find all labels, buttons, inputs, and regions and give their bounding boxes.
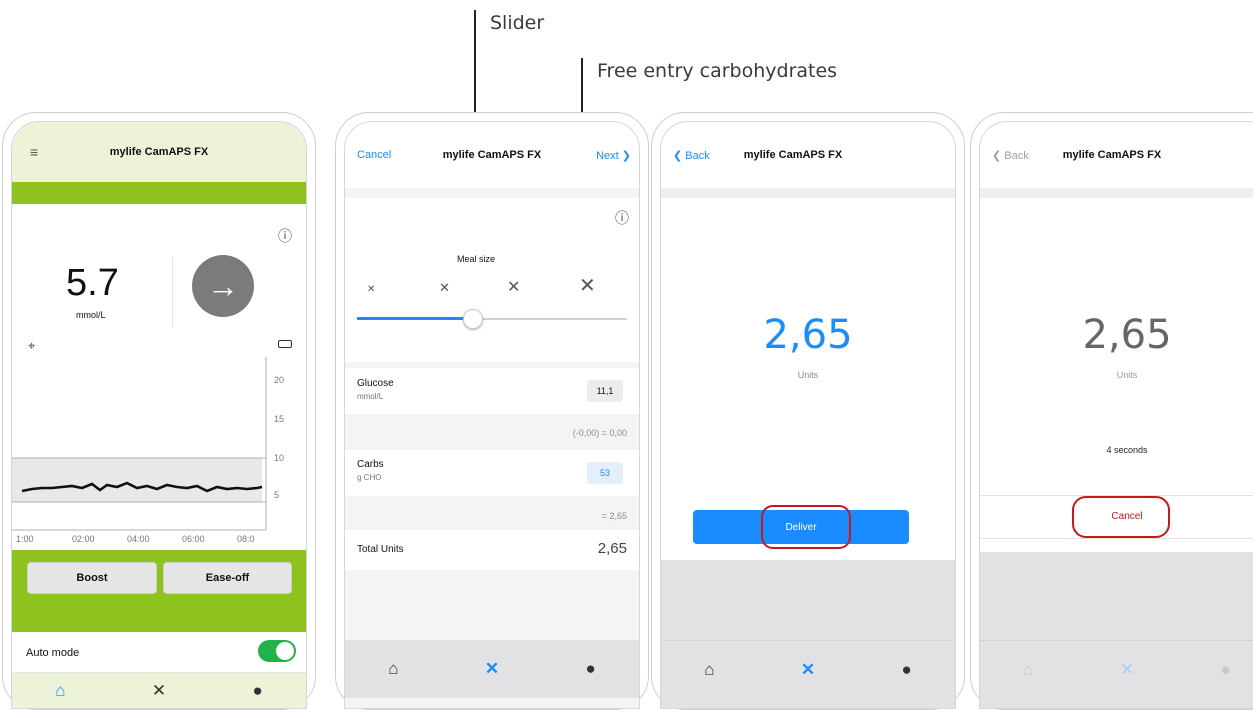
slider-fill bbox=[357, 317, 472, 320]
app-title: mylife CamAPS FX bbox=[1062, 149, 1162, 161]
phone-home: ≡ mylife CamAPS FX ⓘ 5.7 mmol/L → ⌖ 20 1… bbox=[2, 112, 316, 710]
carbs-row-label: Carbs bbox=[357, 459, 384, 470]
glucose-row-label: Glucose bbox=[357, 378, 394, 389]
total-value: 2,65 bbox=[597, 540, 627, 557]
countdown-header: ❮ Back mylife CamAPS FX bbox=[980, 122, 1253, 188]
next-link[interactable]: Next ❯ bbox=[596, 149, 631, 162]
drop-tab-icon: ● bbox=[1220, 659, 1231, 679]
glucose-row: Glucose mmol/L 11,1 bbox=[345, 368, 639, 414]
back-label: Back bbox=[685, 149, 710, 162]
countdown-text: 4 seconds bbox=[1106, 445, 1148, 455]
units-value: 2,65 bbox=[1082, 312, 1172, 358]
meal-size-label: Meal size bbox=[457, 254, 496, 264]
meal-tab-icon[interactable]: ✕ bbox=[801, 660, 815, 680]
units-label: Units bbox=[797, 370, 819, 380]
meal-tab-icon[interactable]: ✕ bbox=[152, 681, 166, 701]
meal-size-medium-icon: ✕ bbox=[439, 280, 450, 295]
back-link[interactable]: ❮ Back bbox=[673, 149, 710, 162]
ease-off-button[interactable]: Ease-off bbox=[163, 562, 292, 594]
next-label: Next bbox=[596, 149, 619, 162]
cancel-highlight-ring bbox=[1072, 496, 1170, 538]
bolus-tabbar: ⌂ ✕ ● bbox=[345, 640, 639, 698]
slider-callout-label: Slider bbox=[490, 12, 545, 34]
deliver-highlight-ring bbox=[761, 505, 851, 549]
total-row: Total Units 2,65 bbox=[345, 530, 639, 570]
auto-mode-label: Auto mode bbox=[26, 647, 80, 659]
units-label: Units bbox=[1116, 370, 1138, 380]
drop-tab-icon[interactable]: ● bbox=[902, 660, 912, 680]
drop-tab-icon[interactable]: ● bbox=[586, 659, 596, 679]
auto-mode-toggle[interactable] bbox=[258, 640, 296, 662]
bolus-header: Cancel mylife CamAPS FX Next ❯ bbox=[345, 122, 639, 188]
free-entry-callout-label: Free entry carbohydrates bbox=[597, 60, 838, 82]
header-divider-band bbox=[661, 188, 955, 198]
carbs-calc: = 2,65 bbox=[601, 511, 627, 521]
boost-button[interactable]: Boost bbox=[27, 562, 157, 594]
x-tick-1: 1:00 bbox=[16, 534, 34, 544]
back-link[interactable]: ❮ Back bbox=[992, 149, 1029, 162]
home-screen: ≡ mylife CamAPS FX ⓘ 5.7 mmol/L → ⌖ 20 1… bbox=[11, 121, 307, 709]
info-icon[interactable]: ⓘ bbox=[615, 208, 629, 228]
y-tick-15: 15 bbox=[274, 414, 285, 424]
bolus-screen: Cancel mylife CamAPS FX Next ❯ ⓘ Meal si… bbox=[344, 121, 640, 709]
app-title: mylife CamAPS FX bbox=[743, 149, 843, 161]
meal-size-large-icon: ✕ bbox=[507, 279, 521, 296]
x-tick-2: 02:00 bbox=[72, 534, 95, 544]
header-divider-band bbox=[980, 188, 1253, 198]
home-tab-icon: ⌂ bbox=[1023, 659, 1034, 679]
app-title: mylife CamAPS FX bbox=[442, 149, 542, 161]
units-value: 2,65 bbox=[763, 312, 853, 358]
toggle-knob bbox=[276, 642, 294, 660]
x-tick-3: 04:00 bbox=[127, 534, 150, 544]
cancel-link[interactable]: Cancel bbox=[357, 149, 391, 161]
x-tick-5: 08:0 bbox=[237, 534, 255, 544]
home-tab-icon[interactable]: ⌂ bbox=[704, 660, 714, 680]
home-tab-icon[interactable]: ⌂ bbox=[388, 659, 398, 679]
y-tick-20: 20 bbox=[274, 375, 285, 385]
deliver-tabbar: ⌂ ✕ ● bbox=[661, 640, 955, 698]
meal-size-xlarge-icon: ✕ bbox=[579, 275, 596, 297]
meal-size-panel: ⓘ Meal size ✕ ✕ ✕ ✕ bbox=[345, 198, 639, 362]
back-label: Back bbox=[1004, 149, 1029, 162]
phone-bolus-calculator: Cancel mylife CamAPS FX Next ❯ ⓘ Meal si… bbox=[335, 112, 649, 710]
countdown-tabbar: ⌂ ✕ ● bbox=[980, 640, 1253, 698]
carbs-input[interactable]: 53 bbox=[587, 462, 623, 484]
meal-size-small-icon: ✕ bbox=[367, 284, 376, 295]
target-range-band bbox=[12, 458, 262, 502]
meal-tab-icon[interactable]: ✕ bbox=[485, 659, 499, 679]
total-label: Total Units bbox=[357, 544, 404, 555]
meal-tab-icon: ✕ bbox=[1119, 659, 1135, 679]
carbs-row: Carbs g CHO 53 bbox=[345, 450, 639, 496]
slider-knob[interactable] bbox=[463, 309, 483, 329]
phone-countdown: ❮ Back mylife CamAPS FX 2,65 Units 4 sec… bbox=[970, 112, 1253, 710]
deliver-header: ❮ Back mylife CamAPS FX bbox=[661, 122, 955, 188]
deliver-screen: ❮ Back mylife CamAPS FX 2,65 Units Deliv… bbox=[660, 121, 956, 709]
drop-tab-icon[interactable]: ● bbox=[253, 681, 263, 701]
carbs-row-unit: g CHO bbox=[357, 473, 382, 482]
y-tick-10: 10 bbox=[274, 453, 285, 463]
glucose-calc: (-0,00) = 0,00 bbox=[572, 428, 627, 438]
glucose-input[interactable]: 11,1 bbox=[587, 380, 623, 402]
countdown-screen: ❮ Back mylife CamAPS FX 2,65 Units 4 sec… bbox=[979, 121, 1253, 709]
y-tick-5: 5 bbox=[274, 490, 280, 500]
home-tabbar: ⌂ ✕ ● bbox=[12, 672, 306, 708]
glucose-row-unit: mmol/L bbox=[357, 392, 384, 401]
phone-deliver: ❮ Back mylife CamAPS FX 2,65 Units Deliv… bbox=[651, 112, 965, 710]
home-tab-icon[interactable]: ⌂ bbox=[55, 681, 65, 701]
x-tick-4: 06:00 bbox=[182, 534, 205, 544]
